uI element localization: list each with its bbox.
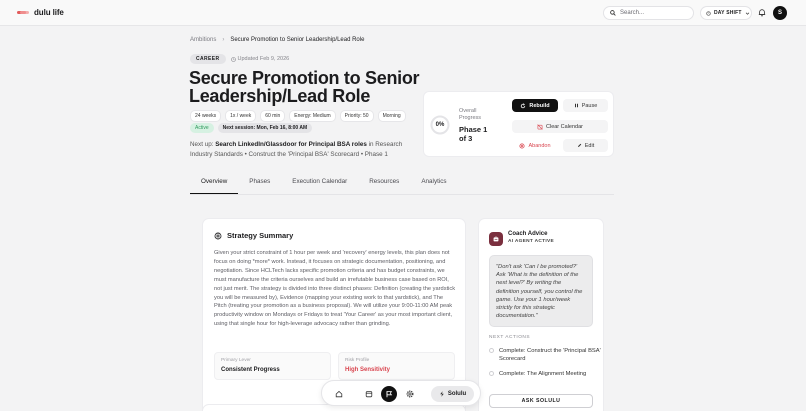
coach-quote: "Don't ask 'Can I be promoted?' Ask 'Wha… [489, 255, 593, 327]
abandon-button[interactable]: Abandon [512, 139, 558, 152]
strategy-header: Strategy Summary [214, 231, 293, 240]
search-icon [610, 10, 616, 16]
tab-bar: Overview Phases Execution Calendar Resou… [190, 178, 458, 194]
logo-icon [17, 9, 29, 17]
shift-label: DAY SHIFT [714, 10, 742, 16]
pause-icon [574, 103, 578, 108]
robot-icon [493, 236, 499, 242]
brain-icon [214, 232, 222, 239]
coach-card: Coach Advice AI AGENT ACTIVE "Don't ask … [478, 218, 604, 411]
next-up-label: Next up: [190, 141, 214, 148]
calendar-icon[interactable] [362, 387, 376, 401]
strategy-title: Strategy Summary [227, 231, 294, 240]
clear-calendar-button[interactable]: Clear Calendar [512, 120, 608, 133]
updated-text: Updated Feb 9, 2026 [230, 56, 290, 62]
checkbox-icon[interactable] [489, 348, 494, 353]
solulu-label: Solulu [447, 391, 467, 397]
rebuild-label: Rebuild [529, 102, 550, 109]
bottom-dock: Solulu [321, 380, 481, 406]
edit-label: Edit [584, 142, 595, 149]
energy-pill: Energy: Medium [289, 110, 336, 122]
progress-card: 0% Overall Progress Phase 1 of 3 Rebuild… [423, 91, 614, 157]
breadcrumb-current: Secure Promotion to Senior Leadership/Le… [230, 37, 365, 43]
risk-profile-value: High Sensitivity [345, 367, 391, 373]
goal-attributes: 24 weeks 1x / week 60 min Energy: Medium… [190, 110, 406, 122]
clock-icon [230, 56, 236, 62]
pause-label: Pause [581, 102, 598, 109]
app-logo[interactable]: dulu life [17, 8, 64, 17]
strategy-text: Given your strict constraint of 1 hour p… [214, 250, 456, 328]
app-name: dulu life [34, 8, 64, 17]
tab-overview[interactable]: Overview [190, 178, 239, 194]
tab-divider [190, 194, 614, 195]
ask-solulu-button[interactable]: ASK SOLULU [489, 394, 593, 408]
tab-phases[interactable]: Phases [238, 178, 281, 194]
pencil-icon [577, 143, 581, 147]
goal-meta: CAREER Updated Feb 9, 2026 [190, 54, 289, 64]
phase-indicator: Phase 1 of 3 [459, 125, 488, 143]
next-action-text: Complete: The Alignment Meeting [499, 371, 587, 377]
abandon-label: Abandon [528, 142, 551, 149]
bolt-icon [440, 391, 444, 397]
session-length-pill: 60 min [260, 110, 286, 122]
primary-lever-value: Consistent Progress [221, 367, 280, 373]
progress-label: Overall Progress [459, 108, 482, 121]
home-icon[interactable] [332, 387, 346, 401]
search-input[interactable]: Search... [603, 6, 694, 20]
updated-label: Updated Feb 9, 2026 [237, 56, 290, 62]
top-bar: dulu life Search... DAY SHIFT S [0, 0, 806, 26]
next-action-item[interactable]: Complete: The Alignment Meeting [489, 370, 586, 378]
avatar[interactable]: S [773, 6, 787, 20]
page-title: Secure Promotion to Senior Leadership/Le… [189, 68, 420, 106]
time-of-day-pill: Morning [377, 110, 406, 122]
pause-button[interactable]: Pause [563, 99, 608, 112]
chevron-down-icon [745, 12, 749, 15]
search-placeholder: Search... [620, 10, 645, 16]
next-session-badge: Next session: Mon, Feb 16, 8:00 AM [217, 123, 313, 133]
breadcrumb: Ambitions › Secure Promotion to Senior L… [190, 37, 364, 43]
abandon-icon [519, 142, 526, 149]
rebuild-button[interactable]: Rebuild [512, 99, 558, 112]
clear-calendar-label: Clear Calendar [546, 123, 583, 130]
next-up-task[interactable]: Search LinkedIn/Glassdoor for Principal … [215, 141, 367, 148]
edit-button[interactable]: Edit [563, 139, 608, 152]
bell-icon[interactable] [758, 8, 766, 17]
coach-title: Coach Advice [508, 231, 548, 237]
status-badge: Active [190, 123, 214, 133]
tab-analytics[interactable]: Analytics [410, 178, 457, 194]
flag-icon[interactable] [381, 386, 397, 402]
refresh-icon [521, 102, 526, 108]
next-action-text: Complete: Construct the 'Principal BSA' … [499, 348, 601, 362]
shift-selector[interactable]: DAY SHIFT [700, 6, 752, 20]
tab-execution-calendar[interactable]: Execution Calendar [281, 178, 358, 194]
shift-icon [706, 10, 711, 16]
primary-lever-label: Primary Lever [221, 358, 251, 363]
breadcrumb-separator: › [222, 37, 225, 43]
checkbox-icon[interactable] [489, 371, 494, 376]
next-action-item[interactable]: Complete: Construct the 'Principal BSA' … [489, 347, 603, 363]
tab-resources[interactable]: Resources [358, 178, 410, 194]
breadcrumb-parent[interactable]: Ambitions [190, 37, 216, 43]
priority-pill: Priority: 50 [339, 110, 374, 122]
coach-status: AI AGENT ACTIVE [508, 239, 554, 244]
next-actions-label: NEXT ACTIONS [489, 335, 531, 340]
risk-profile-label: Risk Profile [345, 358, 370, 363]
goal-status-row: Active Next session: Mon, Feb 16, 8:00 A… [190, 123, 313, 133]
coach-avatar-icon [489, 232, 503, 246]
category-badge: CAREER [190, 54, 226, 64]
primary-lever-box: Primary Lever Consistent Progress [214, 352, 331, 380]
risk-profile-box: Risk Profile High Sensitivity [338, 352, 455, 380]
next-up-text: Next up: Search LinkedIn/Glassdoor for P… [190, 140, 420, 160]
calendar-off-icon [537, 123, 543, 130]
progress-percent: 0% [435, 122, 445, 128]
solulu-button[interactable]: Solulu [431, 386, 474, 402]
duration-pill: 24 weeks [190, 110, 222, 122]
gear-icon[interactable] [403, 387, 417, 401]
frequency-pill: 1x / week [225, 110, 257, 122]
